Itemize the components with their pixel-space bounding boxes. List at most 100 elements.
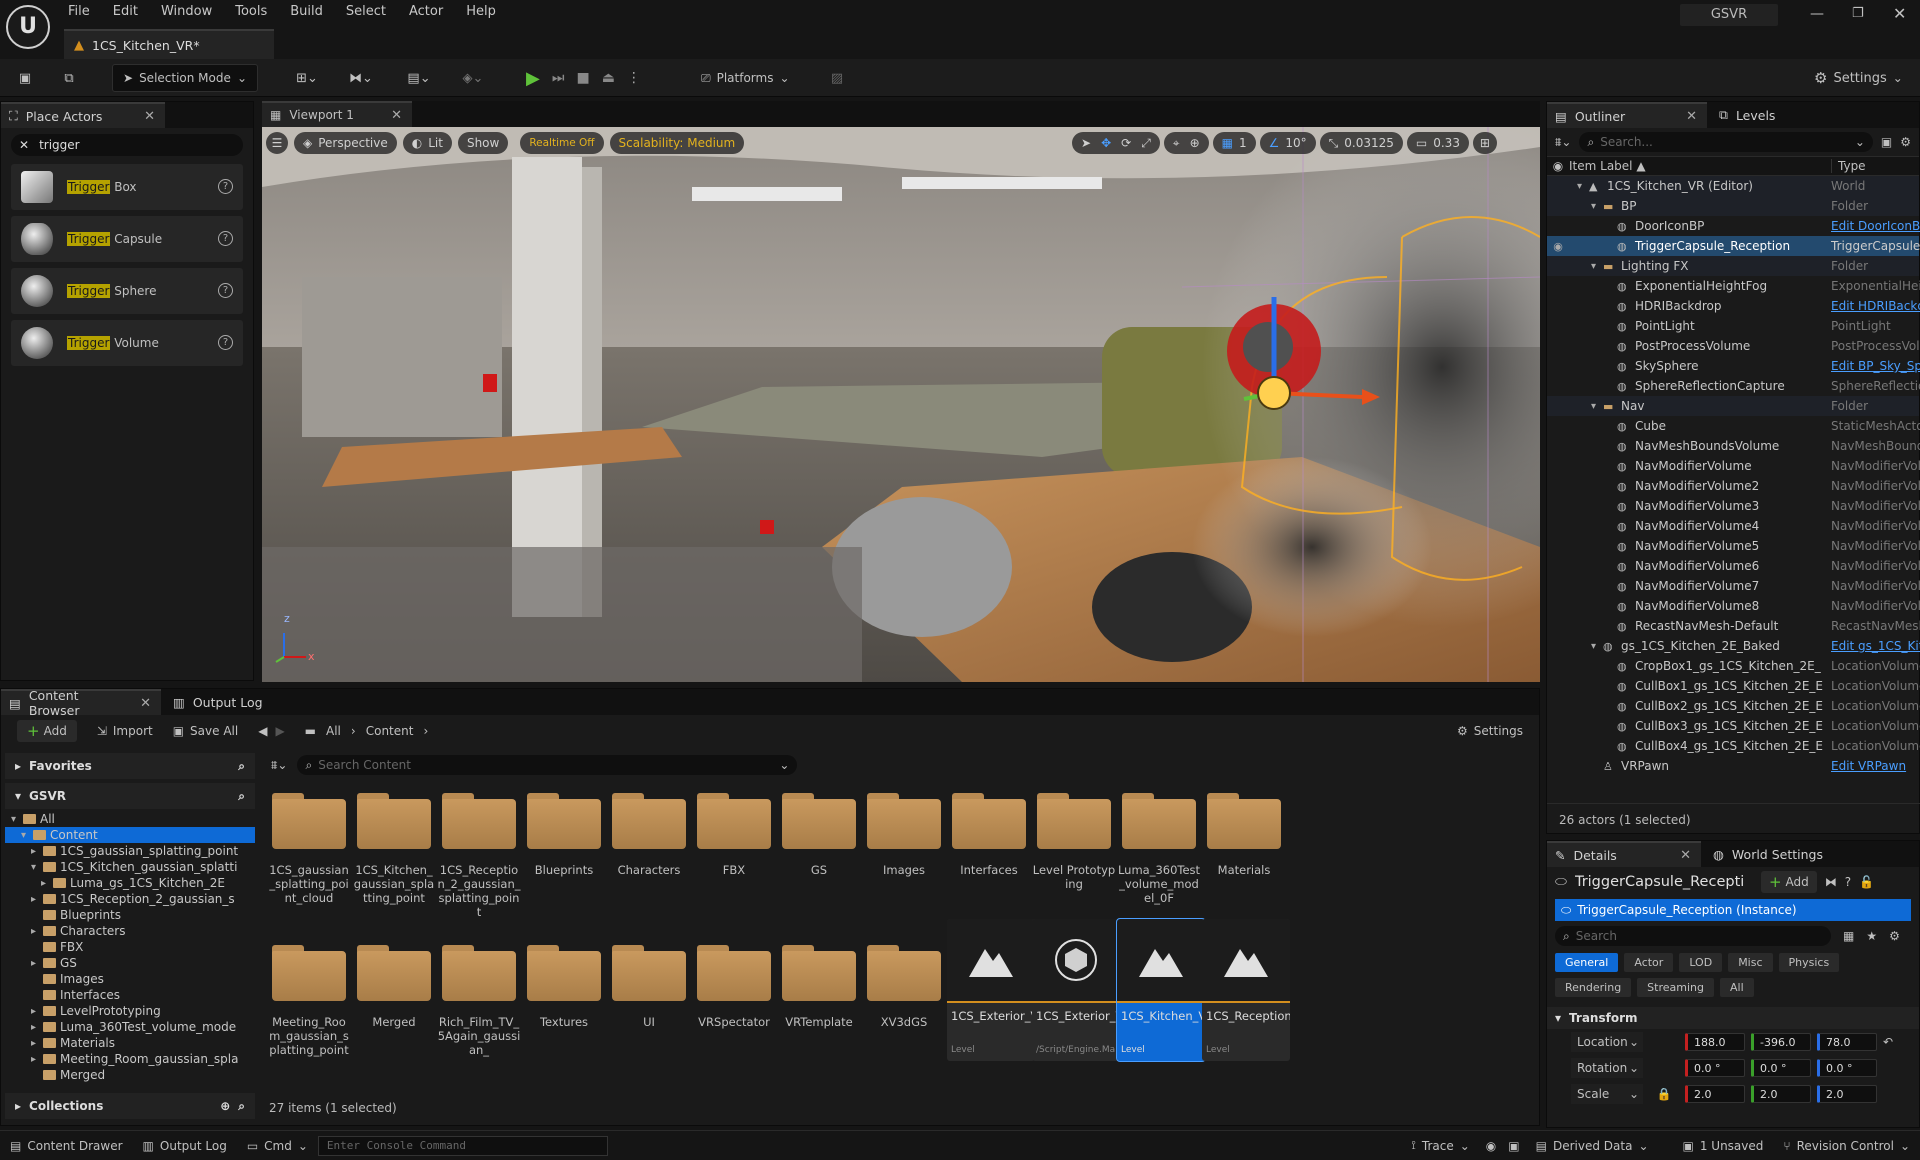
outliner-row[interactable]: ◉ ◍ TriggerCapsule_Reception TriggerCapsule [1547,236,1920,256]
details-search-input[interactable]: Search [1576,929,1617,943]
menu-tools[interactable]: Tools [235,4,267,19]
angle-snap-button[interactable]: ∠ 10° [1259,132,1316,154]
tiling-icon[interactable]: ▨ [826,64,848,92]
scale-x-field[interactable]: 2.0 [1685,1085,1745,1103]
tree-expand-icon[interactable]: ▾ [21,830,33,841]
folder-tile[interactable]: Meeting_Room_gaussian_splatting_point [267,935,351,1077]
tree-folder-row[interactable]: ▸ 1CS_Reception_2_gaussian_s [5,891,255,907]
details-tab[interactable]: ✎ Details ✕ [1547,841,1701,867]
outliner-row[interactable]: ◍ ExponentialHeightFog ExponentialHeig [1547,276,1920,296]
camera-speed-button[interactable]: ▭ 0.33 [1406,132,1469,154]
revision-control-button[interactable]: ⑂ Revision Control ⌄ [1773,1139,1920,1153]
asset-tile[interactable]: 1CS_Kitchen_VR Level [1116,918,1206,1062]
folder-tile[interactable]: VRSpectator [692,935,776,1077]
close-icon[interactable]: ✕ [140,696,151,711]
menu-edit[interactable]: Edit [113,4,138,19]
tree-expand-icon[interactable]: ▸ [31,1022,43,1033]
outliner-row[interactable]: ◍ CullBox3_gs_1CS_Kitchen_2E_E LocationVol… [1547,716,1920,736]
outliner-row[interactable]: ◍ CullBox2_gs_1CS_Kitchen_2E_E LocationVol… [1547,696,1920,716]
trace-button[interactable]: ⟟ Trace ⌄ [1401,1138,1479,1153]
tree-folder-row[interactable]: Merged [5,1067,255,1083]
save-icon[interactable]: ▣ [14,64,36,92]
table-view-icon[interactable]: ▦ [1843,929,1854,943]
tree-folder-row[interactable]: ▸ Materials [5,1035,255,1051]
content-search[interactable]: ⌕ Search Content ⌄ [297,755,798,775]
rotation-z-field[interactable]: 0.0 ° [1817,1059,1877,1077]
category-lod[interactable]: LOD [1679,953,1723,972]
outliner-row[interactable]: ▾ ◍ gs_1CS_Kitchen_2E_Baked Edit gs_1CS_Kit [1547,636,1920,656]
scalability-button[interactable]: Scalability: Medium [609,132,745,154]
actor-name-field[interactable]: TriggerCapsule_Recepti [1575,874,1753,890]
collections-header[interactable]: ▸ Collections ⊕ ⌕ [5,1093,255,1119]
actor-item-trigger-sphere[interactable]: Trigger Sphere ? [11,268,243,314]
expand-arrow-icon[interactable]: ▾ [1577,181,1589,192]
clear-search-icon[interactable]: ✕ [19,138,29,152]
tree-folder-row[interactable]: Blueprints [5,907,255,923]
folder-tile[interactable]: Characters [607,783,691,925]
close-icon[interactable]: ✕ [1686,109,1697,124]
actor-item-trigger-box[interactable]: Trigger Box ? [11,164,243,210]
expand-arrow-icon[interactable]: ▾ [1591,261,1603,272]
folder-tile[interactable]: Textures [522,935,606,1077]
add-folder-icon[interactable]: ▣ [1881,135,1892,149]
folder-tile[interactable]: VRTemplate [777,935,861,1077]
help-icon[interactable]: ? [218,283,233,298]
outliner-row[interactable]: ◍ NavModifierVolume3 NavModifierVolu [1547,496,1920,516]
outliner-row[interactable]: ▾ ▬ BP Folder [1547,196,1919,216]
item-label-column[interactable]: Item Label ▲ [1569,159,1831,173]
outliner-row[interactable]: ◍ PostProcessVolume PostProcessVol [1547,336,1920,356]
outliner-row[interactable]: ▾ ▲ 1CS_Kitchen_VR (Editor) World [1547,176,1919,196]
back-icon[interactable]: ◀ [258,724,267,738]
expand-arrow-icon[interactable]: ▾ [1591,401,1603,412]
scale-snap-button[interactable]: ⤡ 0.03125 [1319,132,1403,154]
visibility-column-icon[interactable]: ◉ [1547,159,1569,173]
reset-icon[interactable]: ↶ [1883,1035,1893,1049]
selection-mode-button[interactable]: ➤ Selection Mode ⌄ [112,64,258,92]
outliner-row[interactable]: ◍ NavModifierVolume6 NavModifierVolu [1547,556,1920,576]
folder-tile[interactable]: Level Prototyping [1032,783,1116,925]
folder-tile[interactable]: Rich_Film_TV_5Again_gaussian_ [437,935,521,1077]
filter-icon[interactable]: ⩩⌄ [1555,135,1571,150]
place-actors-search[interactable]: ✕ trigger [11,134,243,156]
close-icon[interactable]: ✕ [144,109,155,124]
search-icon[interactable]: ⌕ [238,1099,245,1114]
favorites-header[interactable]: ▸ Favorites ⌕ [5,753,255,779]
edit-blueprint-link[interactable]: Edit gs_1CS_Kit [1831,639,1920,653]
scale-y-field[interactable]: 2.0 [1751,1085,1811,1103]
tree-expand-icon[interactable]: ▸ [31,958,43,969]
folder-tile[interactable]: XV3dGS [862,935,946,1077]
menu-help[interactable]: Help [466,4,496,19]
outliner-row[interactable]: ◍ Cube StaticMeshActo [1547,416,1920,436]
transform-section-header[interactable]: ▾ Transform [1547,1007,1919,1029]
folder-tile[interactable]: UI [607,935,691,1077]
outliner-row[interactable]: ◍ HDRIBackdrop Edit HDRIBackd [1547,296,1920,316]
location-y-field[interactable]: -396.0 [1751,1033,1811,1051]
folder-tile[interactable]: Merged [352,935,436,1077]
scale-dropdown[interactable]: Scale ⌄ [1571,1084,1643,1104]
tree-expand-icon[interactable]: ▸ [31,1054,43,1065]
tree-folder-row[interactable]: ▸ Luma_360Test_volume_mode [5,1019,255,1035]
location-x-field[interactable]: 188.0 [1685,1033,1745,1051]
add-actor-icon[interactable]: ⊞⌄ [288,64,326,92]
folder-tile[interactable]: GS [777,783,861,925]
add-button[interactable]: + Add [17,720,77,742]
component-row[interactable]: ⬭ TriggerCapsule_Reception (Instance) [1555,899,1911,921]
category-rendering[interactable]: Rendering [1555,978,1632,997]
tree-expand-icon[interactable]: ▾ [31,862,43,873]
asset-tile[interactable]: 1CS_Exterior_VR_BuiltData/Script/Engine.… [1032,919,1120,1061]
folder-tile[interactable]: 1CS_Kitchen_gaussian_splatting_point [352,783,436,925]
tree-folder-row[interactable]: FBX [5,939,255,955]
play-icon[interactable]: ▶ [526,68,540,89]
platforms-button[interactable]: ⎚ Platforms ⌄ [690,64,796,92]
search-icon[interactable]: ⌕ [238,759,245,774]
outliner-row[interactable]: ◍ NavModifierVolume5 NavModifierVolu [1547,536,1920,556]
tree-expand-icon[interactable]: ▸ [31,1038,43,1049]
category-streaming[interactable]: Streaming [1637,978,1714,997]
outliner-row[interactable]: ◍ SkySphere Edit BP_Sky_Sp [1547,356,1920,376]
close-window-icon[interactable]: ✕ [1893,4,1906,23]
outliner-row[interactable]: ◍ NavModifierVolume4 NavModifierVolu [1547,516,1920,536]
location-z-field[interactable]: 78.0 [1817,1033,1877,1051]
save-all-button[interactable]: ▣ Save All [173,724,239,738]
folder-tile[interactable]: Images [862,783,946,925]
derived-data-button[interactable]: ▤ Derived Data ⌄ [1526,1139,1659,1153]
